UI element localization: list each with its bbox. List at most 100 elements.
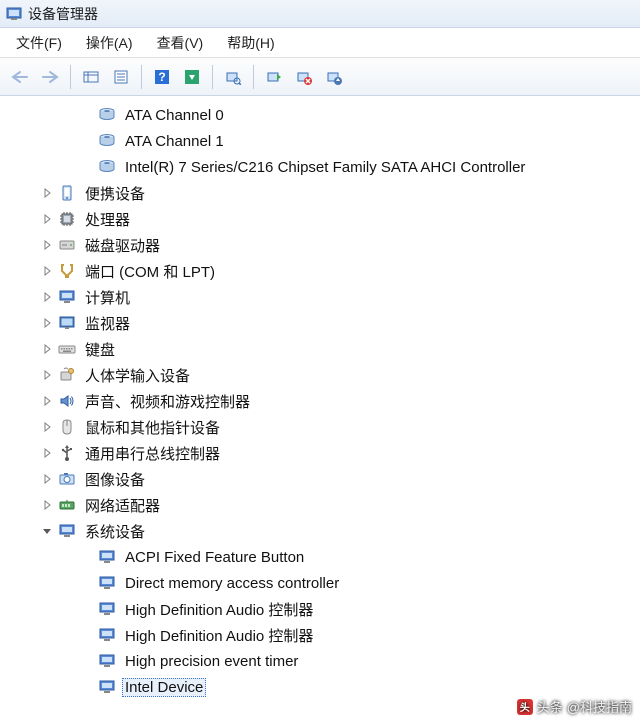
usb-icon	[58, 444, 76, 462]
device-item[interactable]: Intel(R) 7 Series/C216 Chipset Family SA…	[4, 154, 640, 180]
watermark-icon: 头	[517, 699, 533, 715]
category-label: 端口 (COM 和 LPT)	[82, 260, 218, 283]
computer-icon	[58, 288, 76, 306]
device-item[interactable]: High Definition Audio 控制器	[4, 622, 640, 648]
category-label: 通用串行总线控制器	[82, 442, 223, 465]
expand-toggle[interactable]	[40, 238, 54, 252]
device-item[interactable]: ATA Channel 0	[4, 102, 640, 128]
disk-icon	[98, 106, 116, 124]
scan-hardware-button[interactable]	[219, 64, 247, 90]
device-label: ATA Channel 0	[122, 106, 227, 125]
device-label: High Definition Audio 控制器	[122, 598, 316, 621]
mouse-icon	[58, 418, 76, 436]
device-category[interactable]: 声音、视频和游戏控制器	[4, 388, 640, 414]
titlebar: 设备管理器	[0, 0, 640, 28]
update-driver-button[interactable]	[320, 64, 348, 90]
device-category[interactable]: 键盘	[4, 336, 640, 362]
menubar: 文件(F) 操作(A) 查看(V) 帮助(H)	[0, 28, 640, 58]
category-label: 计算机	[82, 286, 133, 309]
expand-toggle[interactable]	[40, 186, 54, 200]
device-label: High precision event timer	[122, 652, 301, 671]
device-item[interactable]: High precision event timer	[4, 648, 640, 674]
disk-icon	[98, 158, 116, 176]
device-item[interactable]: High Definition Audio 控制器	[4, 596, 640, 622]
device-label: High Definition Audio 控制器	[122, 624, 316, 647]
drive-icon	[58, 236, 76, 254]
system-child-icon	[98, 678, 116, 696]
expand-toggle[interactable]	[40, 472, 54, 486]
device-label: ACPI Fixed Feature Button	[122, 548, 307, 567]
disk-icon	[98, 132, 116, 150]
category-label: 鼠标和其他指针设备	[82, 416, 223, 439]
expand-toggle[interactable]	[40, 264, 54, 278]
toolbar-separator	[253, 65, 254, 89]
window-title: 设备管理器	[28, 4, 98, 24]
enable-button[interactable]	[260, 64, 288, 90]
app-icon	[6, 6, 22, 22]
expand-toggle[interactable]	[40, 498, 54, 512]
category-label: 监视器	[82, 312, 133, 335]
device-tree[interactable]: ATA Channel 0 ATA Channel 1 Intel(R) 7 S…	[0, 96, 640, 700]
system-icon	[58, 522, 76, 540]
category-label: 声音、视频和游戏控制器	[82, 390, 253, 413]
show-hide-button[interactable]	[77, 64, 105, 90]
expand-toggle[interactable]	[40, 290, 54, 304]
watermark-suffix: @科技指南	[567, 697, 632, 716]
device-category[interactable]: 处理器	[4, 206, 640, 232]
category-label: 便携设备	[82, 182, 148, 205]
device-item[interactable]: Direct memory access controller	[4, 570, 640, 596]
device-category[interactable]: 磁盘驱动器	[4, 232, 640, 258]
expand-toggle[interactable]	[40, 368, 54, 382]
sound-icon	[58, 392, 76, 410]
system-child-icon	[98, 548, 116, 566]
toolbar-separator	[70, 65, 71, 89]
collapse-toggle[interactable]	[40, 524, 54, 538]
device-category[interactable]: 端口 (COM 和 LPT)	[4, 258, 640, 284]
expand-toggle[interactable]	[40, 316, 54, 330]
menu-action[interactable]: 操作(A)	[76, 29, 143, 57]
expand-toggle[interactable]	[40, 446, 54, 460]
device-item[interactable]: ACPI Fixed Feature Button	[4, 544, 640, 570]
expand-toggle[interactable]	[40, 420, 54, 434]
category-label: 键盘	[82, 338, 118, 361]
device-category[interactable]: 系统设备	[4, 518, 640, 544]
svg-text:?: ?	[158, 70, 165, 84]
device-label: Intel(R) 7 Series/C216 Chipset Family SA…	[122, 158, 528, 177]
category-label: 图像设备	[82, 468, 148, 491]
system-child-icon	[98, 600, 116, 618]
system-child-icon	[98, 652, 116, 670]
watermark-prefix: 头条	[537, 697, 563, 716]
menu-help[interactable]: 帮助(H)	[217, 29, 284, 57]
toolbar: ?	[0, 58, 640, 96]
back-button[interactable]	[6, 64, 34, 90]
forward-button[interactable]	[36, 64, 64, 90]
device-category[interactable]: 监视器	[4, 310, 640, 336]
watermark: 头 头条 @科技指南	[517, 697, 632, 716]
cpu-icon	[58, 210, 76, 228]
device-category[interactable]: 通用串行总线控制器	[4, 440, 640, 466]
properties-button[interactable]	[107, 64, 135, 90]
menu-file[interactable]: 文件(F)	[6, 29, 72, 57]
system-child-icon	[98, 574, 116, 592]
expand-toggle[interactable]	[40, 394, 54, 408]
expand-toggle[interactable]	[40, 212, 54, 226]
toolbar-separator	[212, 65, 213, 89]
device-category[interactable]: 鼠标和其他指针设备	[4, 414, 640, 440]
menu-view[interactable]: 查看(V)	[147, 29, 214, 57]
action-menu-button[interactable]	[178, 64, 206, 90]
uninstall-button[interactable]	[290, 64, 318, 90]
device-category[interactable]: 网络适配器	[4, 492, 640, 518]
expand-toggle[interactable]	[40, 342, 54, 356]
toolbar-separator	[141, 65, 142, 89]
device-category[interactable]: 便携设备	[4, 180, 640, 206]
device-item[interactable]: ATA Channel 1	[4, 128, 640, 154]
device-category[interactable]: 人体学输入设备	[4, 362, 640, 388]
system-child-icon	[98, 626, 116, 644]
help-button[interactable]: ?	[148, 64, 176, 90]
category-label: 磁盘驱动器	[82, 234, 163, 257]
category-label: 人体学输入设备	[82, 364, 193, 387]
hid-icon	[58, 366, 76, 384]
network-icon	[58, 496, 76, 514]
device-category[interactable]: 计算机	[4, 284, 640, 310]
device-category[interactable]: 图像设备	[4, 466, 640, 492]
